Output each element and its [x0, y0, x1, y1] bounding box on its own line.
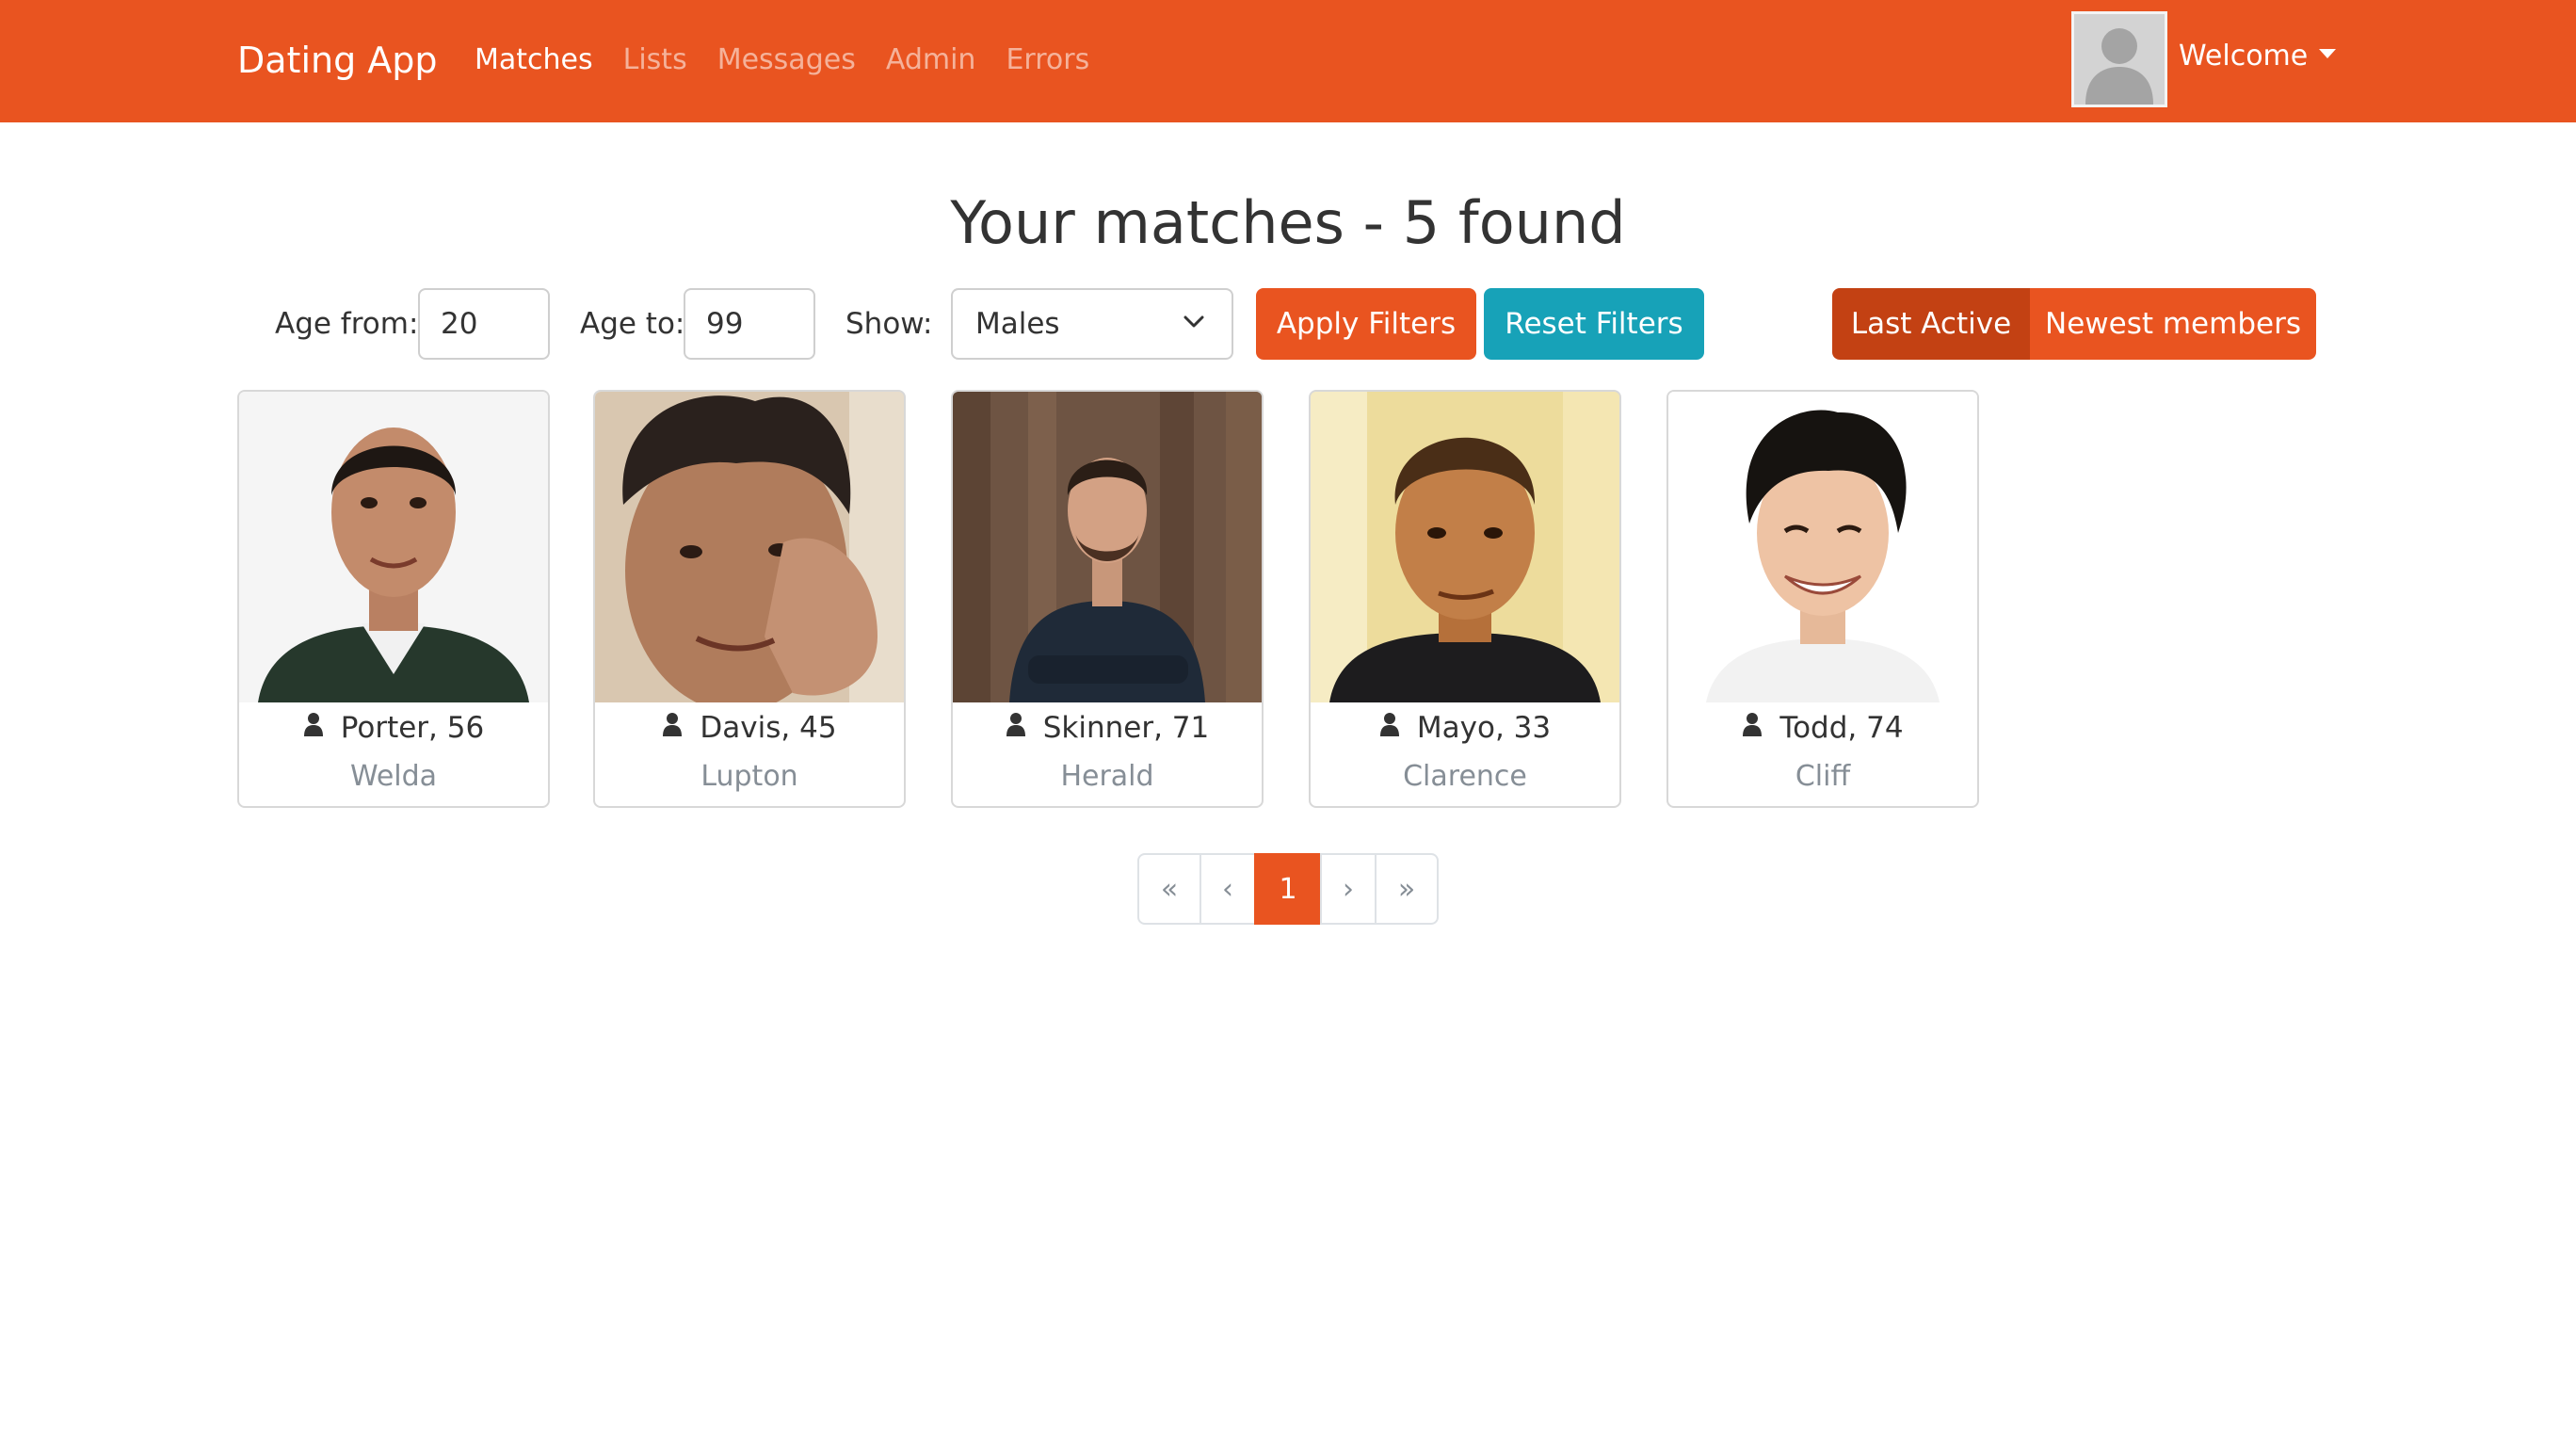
member-name: Skinner, 71 [953, 706, 1262, 751]
user-icon [303, 705, 324, 749]
member-city: Welda [349, 760, 438, 793]
member-city: Cliff [1795, 760, 1851, 793]
member-name: Mayo, 33 [1311, 706, 1619, 751]
member-name: Davis, 45 [595, 706, 904, 751]
page-title: Your matches - 5 found [950, 188, 1626, 257]
user-icon [1379, 705, 1400, 749]
user-icon [1006, 705, 1026, 749]
member-name-label: Todd, 74 [1779, 711, 1904, 745]
member-card-list: Porter, 56 Welda Davis, 45 Lupton Skinne… [237, 390, 2026, 808]
pagination-page-1[interactable]: 1 [1254, 853, 1322, 925]
member-name-label: Porter, 56 [340, 711, 485, 745]
sort-last-active-button[interactable]: Last Active [1832, 288, 2030, 360]
pagination-last-button[interactable]: » [1375, 853, 1439, 925]
nav-link-errors[interactable]: Errors [1006, 34, 1089, 87]
reset-filters-button[interactable]: Reset Filters [1484, 288, 1704, 360]
user-menu-toggle[interactable]: Welcome [2179, 30, 2337, 83]
nav-link-matches[interactable]: Matches [475, 34, 593, 87]
member-city: Clarence [1403, 760, 1527, 793]
pagination-first-button[interactable]: « [1137, 853, 1201, 925]
member-name: Porter, 56 [239, 706, 548, 751]
member-card[interactable]: Todd, 74 Cliff [1666, 390, 1979, 808]
member-photo[interactable] [1311, 392, 1619, 702]
member-card[interactable]: Mayo, 33 Clarence [1309, 390, 1621, 808]
pagination: « ‹ 1 › » [1137, 853, 1439, 925]
member-name-label: Davis, 45 [700, 711, 837, 745]
nav-link-lists[interactable]: Lists [623, 34, 687, 87]
member-photo[interactable] [1668, 392, 1977, 702]
member-name-label: Mayo, 33 [1416, 711, 1552, 745]
member-city: Herald [1060, 760, 1154, 793]
nav-link-messages[interactable]: Messages [717, 34, 856, 87]
member-city: Lupton [700, 760, 798, 793]
user-icon [1742, 705, 1763, 749]
gender-select[interactable]: Males [951, 288, 1233, 360]
gender-select-value: Males [975, 307, 1060, 341]
sort-newest-members-button[interactable]: Newest members [2030, 288, 2316, 360]
member-card[interactable]: Skinner, 71 Herald [951, 390, 1264, 808]
apply-filters-button[interactable]: Apply Filters [1256, 288, 1476, 360]
user-icon [662, 705, 683, 749]
nav-link-admin[interactable]: Admin [886, 34, 976, 87]
member-name-label: Skinner, 71 [1042, 711, 1210, 745]
member-name: Todd, 74 [1668, 706, 1977, 751]
show-label: Show: [845, 307, 933, 341]
age-to-label: Age to: [580, 307, 685, 341]
chevron-down-icon [1183, 315, 1205, 333]
age-from-input[interactable] [418, 288, 550, 360]
member-photo[interactable] [239, 392, 548, 702]
age-from-label: Age from: [275, 307, 419, 341]
nav-links: Matches Lists Messages Admin Errors [475, 34, 1119, 87]
caret-down-icon [2319, 48, 2337, 58]
navbar: Dating App Matches Lists Messages Admin … [0, 0, 2576, 122]
member-photo[interactable] [595, 392, 904, 702]
sort-button-group: Last Active Newest members [1832, 288, 2316, 360]
brand-link[interactable]: Dating App [237, 34, 438, 87]
age-to-input[interactable] [684, 288, 815, 360]
member-card[interactable]: Davis, 45 Lupton [593, 390, 906, 808]
pagination-next-button[interactable]: › [1320, 853, 1377, 925]
user-avatar[interactable] [2071, 11, 2167, 107]
welcome-label: Welcome [2179, 40, 2309, 73]
pagination-prev-button[interactable]: ‹ [1199, 853, 1256, 925]
member-photo[interactable] [953, 392, 1262, 702]
member-card[interactable]: Porter, 56 Welda [237, 390, 550, 808]
